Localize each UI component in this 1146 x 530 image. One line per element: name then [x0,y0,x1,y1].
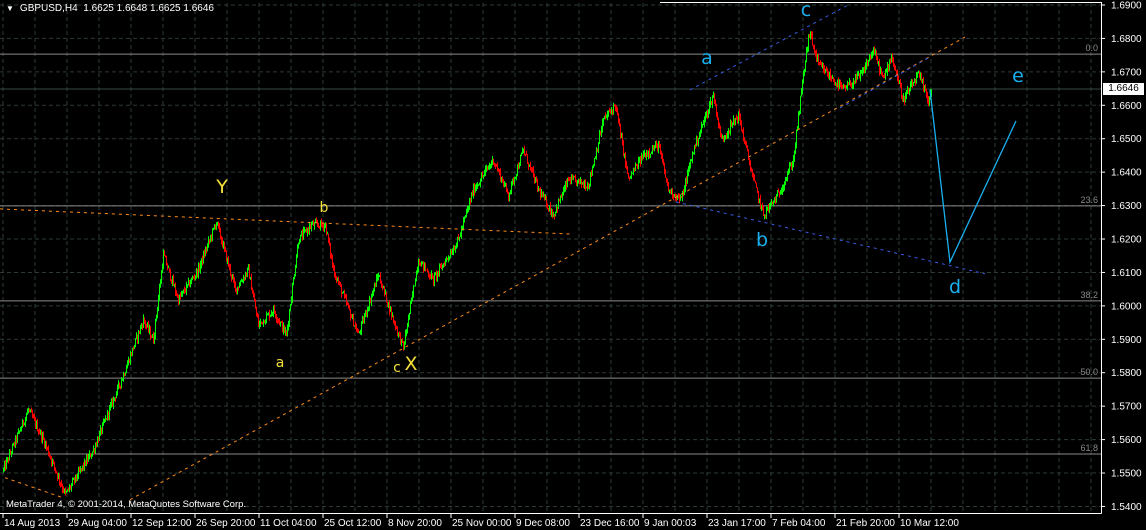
x-tick-label: 23 Jan 17:00 [708,518,766,529]
chart-header: ▼ GBPUSD,H4 1.6625 1.6648 1.6625 1.6646 [6,3,214,14]
current-price-label: 1.6646 [1103,83,1144,95]
candles [3,31,932,496]
x-tick-label: 8 Nov 20:00 [388,518,442,529]
y-tick-label: 1.5800 [1111,368,1142,379]
x-tick-label: 25 Oct 12:00 [324,518,382,529]
symbol-timeframe: GBPUSD,H4 [19,3,78,14]
y-tick-label: 1.5900 [1111,335,1142,346]
trendlines[interactable] [0,4,1017,501]
ohlc-values: 1.6625 1.6648 1.6625 1.6646 [83,3,214,14]
fib-level-label: 50.0 [1080,367,1098,377]
x-tick-label: 9 Dec 08:00 [516,518,570,529]
price-chart[interactable]: 0.023.638.250.061.8 Yba c Xacbde 1.69001.6… [0,0,1146,530]
y-tick-label: 1.5400 [1111,502,1142,513]
wave-label-c: c [393,360,401,376]
y-tick-label: 1.6600 [1111,101,1142,112]
wave-label-a: a [276,355,285,371]
wave-label-a: a [701,47,713,69]
y-tick-label: 1.6400 [1111,168,1142,179]
y-tick-label: 1.6900 [1111,1,1142,12]
x-tick-label: 11 Oct 04:00 [260,518,317,529]
grid [0,3,1101,513]
y-tick-label: 1.6500 [1111,134,1142,145]
y-tick-label: 1.6700 [1111,67,1142,78]
orange-trendline-flat [0,208,571,235]
blue-channel-upper [689,4,849,91]
y-tick-label: 1.6200 [1111,235,1142,246]
x-tick-label: 21 Feb 20:00 [836,518,895,529]
x-tick-label: 7 Feb 04:00 [772,518,826,529]
fib-level-label: 61.8 [1080,443,1098,453]
wave-labels: Yba c Xacbde [215,0,1024,376]
fibonacci-retracement[interactable]: 0.0 23.6 38.2 50.0 61.8 [0,43,1101,455]
x-tick-label: 29 Aug 04:00 [68,518,127,529]
wave-label-c: c [801,0,811,21]
wave-label-b: b [320,200,329,216]
y-tick-label: 1.5700 [1111,402,1142,413]
x-tick-label: 26 Sep 20:00 [196,518,256,529]
wave-label-e: e [1012,65,1024,87]
fib-level-label: 23.6 [1080,195,1098,205]
y-tick-label: 1.6100 [1111,268,1142,279]
y-tick-label: 1.6000 [1111,301,1142,312]
fib-level-label: 0.0 [1085,43,1098,53]
blue-channel-lower [675,201,986,275]
x-tick-label: 23 Dec 16:00 [580,518,640,529]
x-tick-label: 10 Mar 12:00 [900,518,959,529]
fib-level-label: 38.2 [1080,290,1098,300]
copyright-text: MetaTrader 4, © 2001-2014, MetaQuotes So… [6,499,247,510]
x-tick-label: 9 Jan 00:03 [644,518,697,529]
y-tick-label: 1.5600 [1111,435,1142,446]
y-tick-label: 1.6300 [1111,201,1142,212]
wave-label-X: X [404,353,417,375]
wave-label-b: b [756,229,768,251]
orange-trendline-bottom [4,477,64,499]
wave-label-Y: Y [215,176,228,198]
axes: 1.6900 1.6800 1.6700 1.6600 1.6500 1.6400 1.63… [0,1,1142,529]
wave-projection-line [929,89,1017,265]
x-tick-label: 12 Sep 12:00 [132,518,192,529]
x-tick-label: 25 Nov 00:00 [452,518,512,529]
dropdown-triangle-icon[interactable]: ▼ [6,4,14,13]
wave-label-d: d [949,276,961,298]
x-tick-label: 14 Aug 2013 [4,518,61,529]
y-tick-label: 1.6800 [1111,34,1142,45]
y-tick-label: 1.5500 [1111,469,1142,480]
